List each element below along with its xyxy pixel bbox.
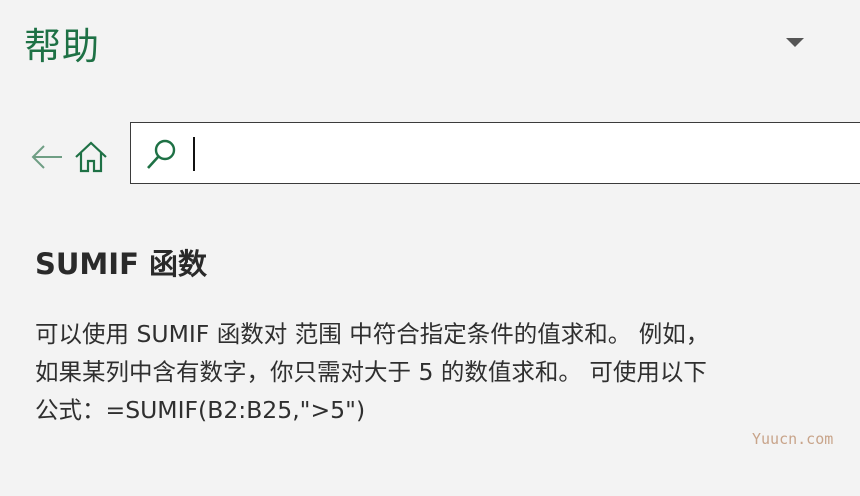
- search-icon: [147, 139, 176, 169]
- triangle-down-icon: [786, 38, 804, 47]
- pane-options-button[interactable]: [780, 30, 810, 54]
- article-body-line: 可以使用 SUMIF 函数对 范围 中符合指定条件的值求和。 例如，: [35, 320, 710, 348]
- article-body-line: 如果某列中含有数字，你只需对大于 5 的数值求和。 可使用以下: [35, 358, 707, 386]
- article-body-line: 公式：=SUMIF(B2:B25,">5"): [35, 396, 366, 424]
- pane-title: 帮助: [24, 25, 100, 68]
- text-caret: [193, 137, 195, 171]
- home-icon: [75, 141, 107, 173]
- search-input[interactable]: [187, 131, 827, 175]
- search-box[interactable]: [130, 122, 860, 184]
- back-button[interactable]: [30, 142, 64, 172]
- home-button[interactable]: [72, 138, 110, 176]
- help-pane: 帮助 SUMIF 函数 可以使用 SUMIF 函数对 范围 中符合指定条件的值求…: [0, 0, 860, 496]
- arrow-left-icon: [31, 145, 62, 169]
- watermark: Yuucn.com: [752, 430, 834, 448]
- article-body: 可以使用 SUMIF 函数对 范围 中符合指定条件的值求和。 例如， 如果某列中…: [35, 315, 840, 429]
- article-title: SUMIF 函数: [35, 247, 207, 281]
